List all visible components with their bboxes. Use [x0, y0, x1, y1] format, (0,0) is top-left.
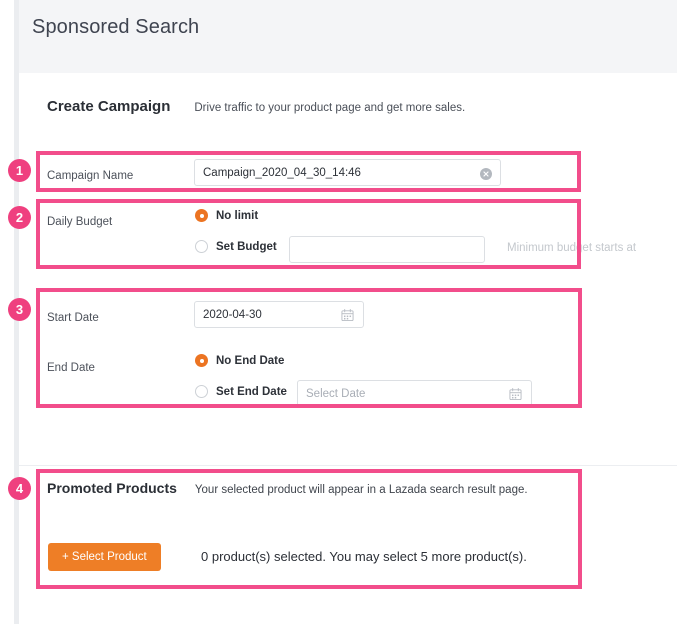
section-divider	[19, 465, 677, 466]
campaign-name-value: Campaign_2020_04_30_14:46	[203, 166, 361, 179]
radio-no-limit[interactable]: No limit	[195, 209, 258, 222]
end-date-label: End Date	[47, 362, 95, 374]
end-date-placeholder: Select Date	[306, 387, 366, 400]
annotation-badge-4: 4	[8, 477, 31, 500]
create-campaign-card: Create Campaign Drive traffic to your pr…	[19, 73, 677, 624]
page-container: Sponsored Search Create Campaign Drive t…	[19, 0, 677, 624]
promoted-products-heading: Promoted Products Your selected product …	[47, 480, 528, 496]
daily-budget-label: Daily Budget	[47, 216, 113, 228]
start-date-value: 2020-04-30	[203, 308, 262, 321]
annotation-badge-2: 2	[8, 206, 31, 229]
section-heading: Create Campaign Drive traffic to your pr…	[47, 98, 465, 115]
radio-no-limit-indicator[interactable]	[195, 209, 208, 222]
start-date-label-wrap: Start Date	[47, 308, 99, 326]
radio-set-end-date-indicator[interactable]	[195, 385, 208, 398]
radio-set-end-date-label: Set End Date	[216, 385, 287, 398]
radio-no-limit-label: No limit	[216, 209, 259, 222]
end-date-input[interactable]: Select Date	[297, 380, 532, 407]
campaign-name-label: Campaign Name	[47, 170, 134, 182]
radio-no-end-date-label: No End Date	[216, 354, 285, 367]
radio-set-budget-indicator[interactable]	[195, 240, 208, 253]
minimum-budget-hint: Minimum budget starts at	[507, 242, 637, 254]
promoted-products-title: Promoted Products	[47, 480, 177, 496]
page-header: Sponsored Search	[19, 0, 677, 73]
section-title: Create Campaign	[47, 98, 171, 115]
start-date-label: Start Date	[47, 312, 99, 324]
radio-no-end-date-indicator[interactable]	[195, 354, 208, 367]
clear-circle-icon[interactable]	[480, 167, 492, 180]
radio-no-end-date[interactable]: No End Date	[195, 354, 284, 367]
select-product-button[interactable]: + Select Product	[48, 543, 161, 571]
end-date-label-wrap: End Date	[47, 358, 95, 376]
start-date-input[interactable]: 2020-04-30	[194, 301, 364, 328]
calendar-icon[interactable]	[509, 387, 522, 400]
calendar-icon[interactable]	[341, 308, 354, 321]
campaign-name-label-wrap: Campaign Name	[47, 166, 133, 184]
radio-set-budget[interactable]: Set Budget	[195, 240, 277, 253]
budget-amount-input[interactable]	[289, 236, 485, 263]
campaign-name-input[interactable]: Campaign_2020_04_30_14:46	[194, 159, 501, 186]
page-title: Sponsored Search	[32, 16, 200, 38]
annotation-badge-1: 1	[8, 159, 31, 182]
promoted-products-subtitle: Your selected product will appear in a L…	[194, 484, 528, 496]
annotation-badge-3: 3	[8, 298, 31, 321]
daily-budget-label-wrap: Daily Budget	[47, 212, 112, 230]
selected-products-status: 0 product(s) selected. You may select 5 …	[201, 549, 527, 564]
radio-set-budget-label: Set Budget	[216, 240, 277, 253]
radio-set-end-date[interactable]: Set End Date	[195, 385, 287, 398]
section-subtitle: Drive traffic to your product page and g…	[194, 102, 466, 114]
